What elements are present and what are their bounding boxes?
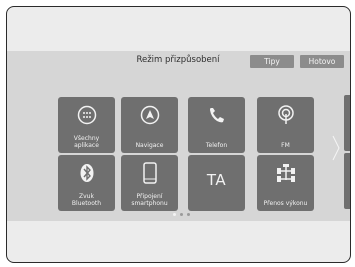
smartphone-icon [121,161,178,185]
done-button[interactable]: Hotovo [300,55,344,68]
tile-label: Všechny aplikace [73,135,100,149]
page-dot[interactable] [173,213,176,216]
tips-button[interactable]: Tipy [250,55,294,68]
tile-fm[interactable]: FM [257,97,314,153]
tile-label: Telefon [205,142,228,149]
tile-navigation[interactable]: Navigace [121,97,178,153]
tile-label: Připojení smartphonu [131,193,168,207]
phone-icon [188,103,245,127]
chevron-right-icon[interactable] [332,135,340,161]
page-indicator [173,213,190,216]
tile-label: Přenos výkonu [263,200,308,207]
page-dot[interactable] [180,213,183,216]
drivetrain-icon [257,161,314,185]
tile-power-transfer[interactable]: Přenos výkonu [257,155,314,211]
customize-mode-panel: Režim přizpůsobení Tipy Hotovo Všechny a… [7,51,350,221]
tile-label: Navigace [135,142,164,149]
tile-all-apps[interactable]: Všechny aplikace [58,97,115,153]
tile-ta[interactable]: TA [188,155,245,211]
bluetooth-icon [58,161,115,185]
tile-label: TA [206,171,227,189]
header-bar: Režim přizpůsobení Tipy Hotovo [7,51,350,71]
tile-phone[interactable]: Telefon [188,97,245,153]
tile-smartphone-connection[interactable]: Připojení smartphonu [121,155,178,211]
next-page-tile-peek[interactable] [344,153,350,209]
radio-antenna-icon [257,103,314,127]
next-page-tile-peek[interactable] [344,95,350,151]
apps-grid-icon [58,103,115,127]
tile-bluetooth-audio[interactable]: Zvuk Bluetooth [58,155,115,211]
page-title: Režim přizpůsobení [136,55,220,65]
navigation-arrow-icon [121,103,178,127]
tile-label: Zvuk Bluetooth [71,193,102,207]
tile-label: FM [281,142,290,149]
infotainment-screen: Režim přizpůsobení Tipy Hotovo Všechny a… [6,6,351,263]
page-dot[interactable] [187,213,190,216]
